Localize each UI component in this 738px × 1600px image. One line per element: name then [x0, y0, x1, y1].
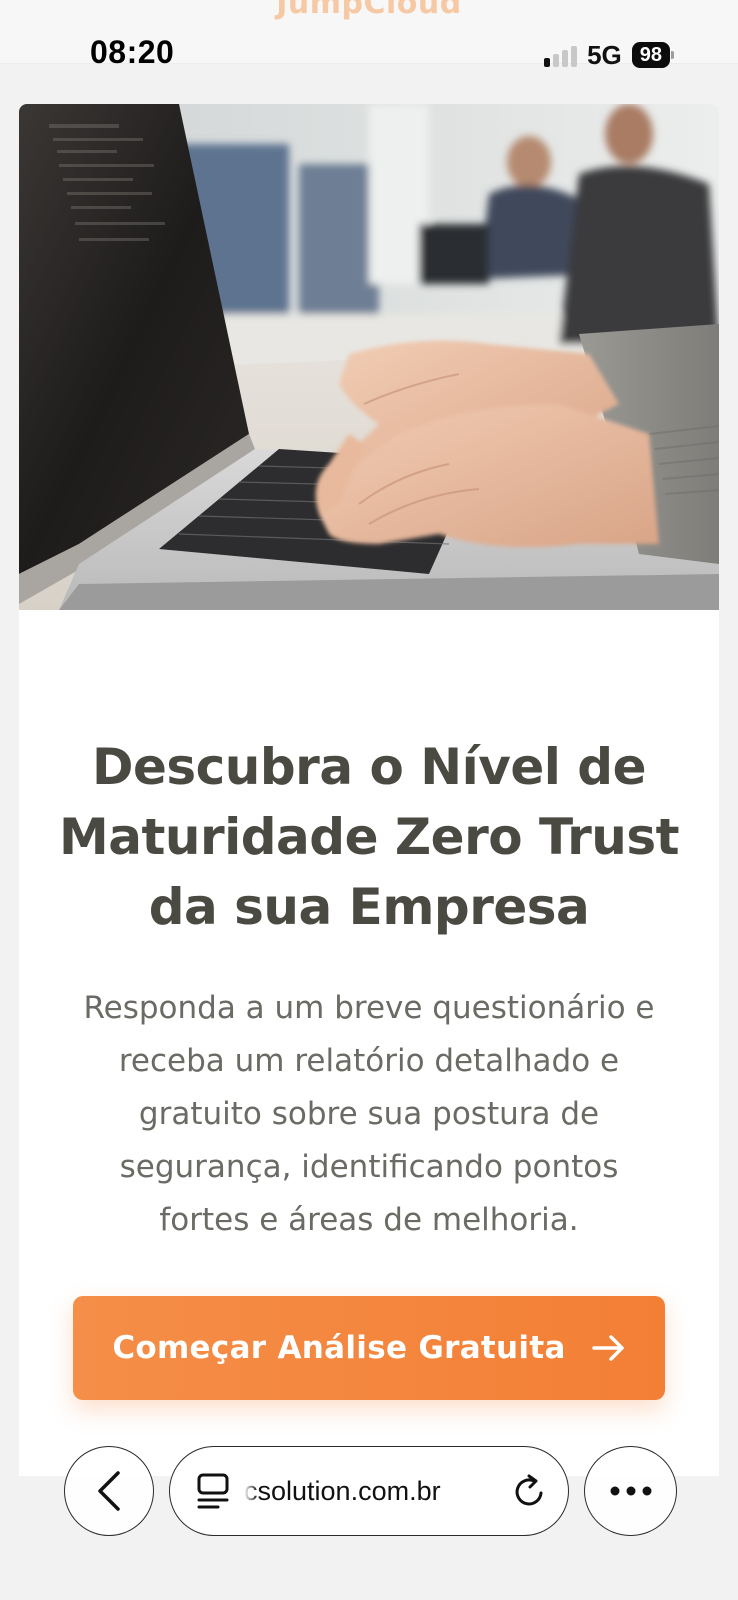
battery-icon: 98 — [631, 42, 674, 68]
landing-card: Descubra o Nível de Maturidade Zero Trus… — [19, 104, 719, 1476]
chevron-left-icon — [98, 1471, 120, 1511]
page-behind-brand: JumpCloud — [276, 0, 462, 21]
network-type: 5G — [587, 39, 622, 70]
status-time: 08:20 — [90, 34, 175, 70]
start-analysis-button[interactable]: Começar Análise Gratuita — [73, 1296, 665, 1400]
more-options-button[interactable] — [584, 1446, 677, 1536]
page-headline: Descubra o Nível de Maturidade Zero Trus… — [58, 738, 680, 936]
reload-icon[interactable] — [512, 1473, 546, 1509]
page-menu-icon[interactable] — [196, 1471, 230, 1511]
hero-image — [19, 104, 719, 610]
back-button[interactable] — [64, 1446, 154, 1536]
cellular-signal-icon — [544, 43, 578, 67]
status-indicators: 5G 98 — [544, 40, 674, 70]
battery-level: 98 — [631, 42, 670, 68]
page-description: Responda a um breve questionário e receb… — [83, 990, 655, 1238]
address-bar[interactable]: csolution.com.br — [169, 1446, 569, 1536]
ellipsis-icon — [610, 1486, 651, 1496]
url-text: csolution.com.br — [244, 1475, 441, 1506]
arrow-right-icon — [591, 1335, 624, 1361]
status-bar: JumpCloud 08:20 5G 98 — [0, 0, 738, 70]
start-analysis-label: Começar Análise Gratuita — [112, 1330, 566, 1366]
